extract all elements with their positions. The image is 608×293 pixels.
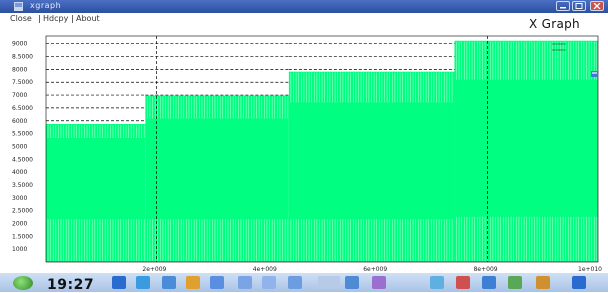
taskbar-app-icon[interactable] [262,276,276,289]
taskbar-app-icon[interactable] [372,276,386,289]
taskbar-app-icon[interactable] [136,276,150,289]
y-tick-label: 4000 [12,169,27,176]
x-tick-label: 1e+010 [578,266,602,273]
taskbar-app-icon[interactable] [482,276,496,289]
stepped-area-chart: 1000 1.5000 2000 2.5000 3000 3.5000 4000 4.5000… [12,35,602,273]
taskbar-app-icon[interactable] [572,276,586,289]
x-tick-label: 4e+009 [253,266,277,273]
taskbar-app-icon[interactable] [318,276,340,289]
y-tick-label: 9000 [12,41,27,48]
taskbar-app-icon[interactable] [238,276,252,289]
chart-x-ticks: 2e+009 4e+009 6e+009 8e+009 1e+010 [142,266,602,273]
y-tick-label: 5.5000 [12,131,33,138]
taskbar-app-icon[interactable] [112,276,126,289]
y-tick-label: 6.5000 [12,105,33,112]
x-tick-label: 2e+009 [142,266,166,273]
start-orb-icon[interactable] [13,276,33,290]
taskbar-app-icon[interactable] [288,276,302,289]
y-tick-label: 6000 [12,118,27,125]
y-tick-label: 2000 [12,220,27,227]
taskbar-app-icon[interactable] [210,276,224,289]
taskbar-app-icon[interactable] [345,276,359,289]
taskbar-app-icon[interactable] [456,276,470,289]
step-fill [145,95,289,262]
y-tick-label: 7000 [12,92,27,99]
x-tick-label: 8e+009 [474,266,498,273]
taskbar-app-icon[interactable] [536,276,550,289]
y-tick-label: 3.5000 [12,182,33,189]
y-tick-label: 8.5000 [12,54,33,61]
step-fill [454,40,598,262]
x-tick-label: 6e+009 [363,266,387,273]
y-tick-label: 5000 [12,143,27,150]
y-tick-label: 2.5000 [12,208,33,215]
taskbar-app-icon[interactable] [162,276,176,289]
y-tick-label: 1000 [12,246,27,253]
chart-y-ticks: 1000 1.5000 2000 2.5000 3000 3.5000 4000 4.5000… [12,41,33,253]
taskbar-clock: 19:27 [47,277,95,293]
side-button[interactable] [591,71,598,77]
taskbar-app-icon[interactable] [186,276,200,289]
y-tick-label: 7.5000 [12,79,33,86]
y-tick-label: 8000 [12,66,27,73]
y-tick-label: 3000 [12,195,27,202]
y-tick-label: 1.5000 [12,233,33,240]
taskbar-app-icon[interactable] [430,276,444,289]
taskbar-app-icon[interactable] [508,276,522,289]
y-tick-label: 4.5000 [12,156,33,163]
